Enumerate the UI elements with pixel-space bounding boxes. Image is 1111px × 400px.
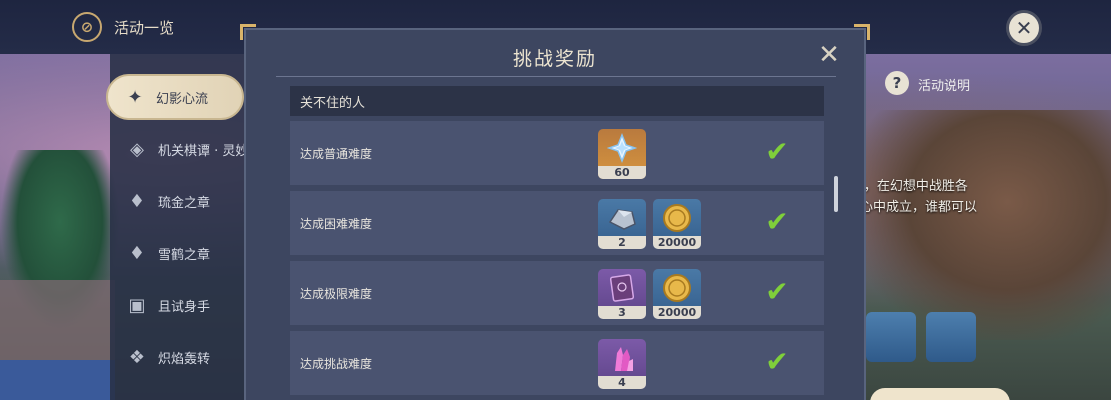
checkmark-icon: ✔ (765, 345, 789, 378)
mechanism-icon: ◈ (130, 138, 144, 160)
description-line: 心中成立，谁都可以 (860, 200, 978, 215)
close-icon[interactable]: ✕ (1006, 10, 1042, 46)
sidebar-item-label: 炽焰轰转 (158, 351, 211, 367)
reward-row: 达成困难难度 2 20000 ✔ (290, 191, 824, 255)
background-action-button (870, 388, 1010, 400)
checkmark-icon: ✔ (765, 275, 789, 308)
dialog-title: 挑战奖励 (512, 48, 597, 70)
ore-icon (598, 199, 646, 237)
sidebar-item-gold[interactable]: ♦ 琉金之章 (110, 178, 250, 224)
reward-quantity: 60 (598, 166, 646, 179)
row-label: 达成普通难度 (300, 147, 373, 161)
help-icon[interactable]: ? (885, 71, 909, 95)
background-rocks (851, 110, 1111, 340)
row-label: 达成极限难度 (300, 287, 373, 301)
reward-quantity: 3 (598, 306, 646, 319)
background-water (0, 360, 115, 400)
sidebar-item-trial[interactable]: ▣ 且试身手 (110, 282, 250, 328)
reward-item[interactable]: 2 (598, 199, 646, 249)
checkmark-icon: ✔ (765, 135, 789, 168)
background-wall (0, 280, 115, 360)
scrollbar[interactable] (834, 176, 838, 212)
reward-item[interactable]: 3 (598, 269, 646, 319)
sidebar-item-mechanism[interactable]: ◈ 机关棋谭 · 灵妙 (110, 126, 250, 172)
divider (276, 76, 836, 77)
compass-star-icon: ✦ (127, 86, 143, 108)
mora-coin-icon (653, 269, 701, 307)
row-label: 达成挑战难度 (300, 357, 373, 371)
sidebar-item-label: 幻影心流 (156, 91, 209, 107)
reward-item[interactable]: 60 (598, 129, 646, 179)
reward-quantity: 4 (598, 376, 646, 389)
book-icon (598, 269, 646, 307)
reward-item[interactable]: 20000 (653, 269, 701, 319)
reward-quantity: 20000 (653, 306, 701, 319)
crystal-icon (598, 339, 646, 377)
background-reward-coin (866, 312, 916, 362)
mora-coin-icon (653, 199, 701, 237)
puzzle-icon: ❖ (128, 346, 146, 368)
reward-item[interactable]: 4 (598, 339, 646, 389)
sidebar-item-label: 机关棋谭 · 灵妙 (158, 143, 249, 159)
reward-quantity: 20000 (653, 236, 701, 249)
page-title: 活动一览 (114, 19, 175, 37)
sidebar-item-phantom-flow[interactable]: ✦ 幻影心流 (106, 74, 244, 120)
description-line: J，在幻想中战胜各 (860, 179, 968, 194)
close-icon[interactable]: ✕ (816, 42, 842, 68)
challenge-reward-dialog: 挑战奖励 ✕ 关不住的人 达成普通难度 60 ✔ 达成困难难度 2 20000 … (244, 28, 866, 400)
reward-row: 达成极限难度 3 20000 ✔ (290, 261, 824, 325)
sidebar-item-label: 雪鹤之章 (158, 247, 211, 263)
map-pin-icon: ♦ (128, 190, 146, 212)
primogem-icon (598, 129, 646, 167)
checkmark-icon: ✔ (765, 205, 789, 238)
sidebar: ✦ 幻影心流 ◈ 机关棋谭 · 灵妙 ♦ 琉金之章 ♦ 雪鹤之章 ▣ 且试身手 … (106, 54, 250, 400)
event-description: J，在幻想中战胜各 心中成立，谁都可以 (860, 176, 1110, 218)
sidebar-item-label: 琉金之章 (158, 195, 211, 211)
sidebar-item-crane[interactable]: ♦ 雪鹤之章 (110, 230, 250, 276)
cards-icon: ▣ (128, 294, 146, 316)
reward-row: 达成挑战难度 4 ✔ (290, 331, 824, 395)
row-label: 达成困难难度 (300, 217, 373, 231)
map-pin-icon: ♦ (128, 242, 146, 264)
reward-row: 达成普通难度 60 ✔ (290, 121, 824, 185)
events-logo-icon: ⊘ (72, 12, 102, 42)
sidebar-item-label: 且试身手 (158, 299, 211, 315)
section-header: 关不住的人 (290, 86, 824, 116)
background-reward-ore (926, 312, 976, 362)
reward-quantity: 2 (598, 236, 646, 249)
sidebar-item-flame[interactable]: ❖ 炽焰轰转 (110, 334, 250, 380)
help-label[interactable]: 活动说明 (918, 75, 970, 94)
reward-item[interactable]: 20000 (653, 199, 701, 249)
